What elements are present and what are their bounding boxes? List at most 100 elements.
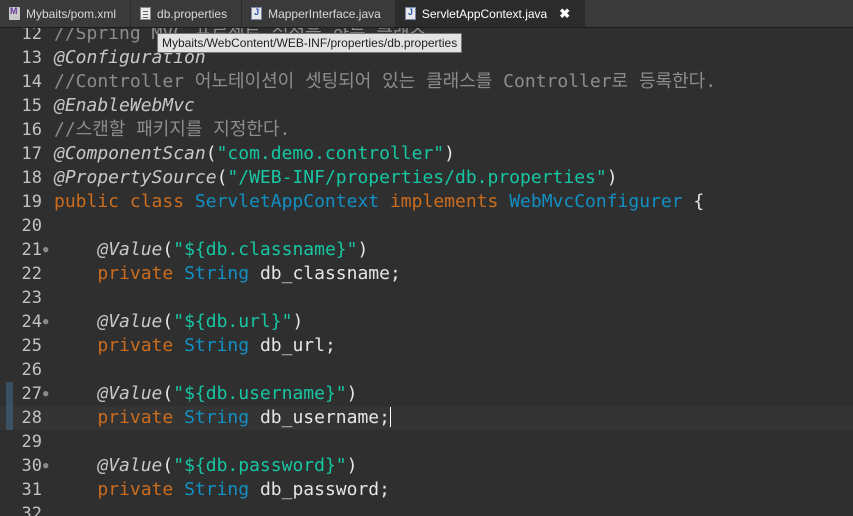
- code-text: private String db_password;: [54, 478, 390, 502]
- code-string: "${db.password}": [173, 455, 347, 476]
- code-line[interactable]: 21 ● @Value("${db.classname}"): [0, 238, 853, 262]
- code-string: "com.demo.controller": [216, 143, 445, 164]
- code-text: public class ServletAppContext implement…: [54, 190, 704, 214]
- code-text: @Value("${db.username}"): [54, 382, 357, 406]
- line-number: 32: [21, 504, 42, 516]
- code-comment: //스캔할 패키지를 지정한다.: [54, 119, 291, 140]
- fold-toggle-icon[interactable]: ●: [43, 238, 48, 262]
- code-line[interactable]: 24 ● @Value("${db.url}"): [0, 310, 853, 334]
- code-text: private String db_classname;: [54, 262, 401, 286]
- fold-toggle-icon[interactable]: ●: [43, 454, 48, 478]
- line-number: 27: [21, 384, 42, 404]
- code-line[interactable]: 15 @EnableWebMvc: [0, 94, 853, 118]
- code-punctuation: ): [357, 239, 369, 260]
- line-number: 28: [21, 408, 42, 428]
- code-line[interactable]: 27 ● @Value("${db.username}"): [0, 382, 853, 406]
- code-line[interactable]: 18 @PropertySource("/WEB-INF/properties/d…: [0, 166, 853, 190]
- code-string: "/WEB-INF/properties/db.properties": [227, 167, 607, 188]
- code-annotation: @Value: [97, 383, 163, 404]
- code-text: private String db_username;: [54, 406, 391, 430]
- java-file-icon: [251, 7, 263, 20]
- fold-toggle-icon[interactable]: ●: [43, 310, 48, 334]
- line-number: 12: [21, 28, 42, 44]
- java-file-icon: [404, 7, 416, 20]
- tab-mapper-interface[interactable]: MapperInterface.java: [242, 0, 396, 27]
- line-number: 17: [21, 144, 42, 164]
- code-identifier: db_classname;: [259, 263, 401, 284]
- close-icon[interactable]: ✖: [559, 6, 570, 22]
- line-number: 21: [21, 240, 42, 260]
- tab-label: MapperInterface.java: [268, 6, 381, 21]
- line-number: 22: [21, 264, 42, 284]
- line-number: 26: [21, 360, 42, 380]
- code-punctuation: ): [292, 311, 304, 332]
- code-text: //Controller 어노테이션이 셋팅되어 있는 클래스를 Control…: [54, 70, 716, 94]
- code-punctuation: (: [162, 239, 174, 260]
- code-keyword: public class: [54, 191, 185, 212]
- line-number: 24: [21, 312, 42, 332]
- code-line[interactable]: 14 //Controller 어노테이션이 셋팅되어 있는 클래스를 Contr…: [0, 70, 853, 94]
- code-keyword: implements: [389, 191, 499, 212]
- code-punctuation: (: [162, 383, 174, 404]
- code-type: ServletAppContext: [194, 191, 380, 212]
- line-number: 29: [21, 432, 42, 452]
- code-text: //스캔할 패키지를 지정한다.: [54, 118, 290, 142]
- code-line[interactable]: 17 @ComponentScan("com.demo.controller"): [0, 142, 853, 166]
- line-number: 20: [21, 216, 42, 236]
- code-line[interactable]: 32: [0, 502, 853, 516]
- code-punctuation: ): [606, 167, 618, 188]
- code-text: @EnableWebMvc: [54, 94, 195, 118]
- code-string: "${db.url}": [173, 311, 293, 332]
- line-number: 18: [21, 168, 42, 188]
- code-line[interactable]: 16 //스캔할 패키지를 지정한다.: [0, 118, 853, 142]
- code-keyword: private: [97, 479, 174, 500]
- code-type: String: [184, 263, 250, 284]
- code-keyword: private: [97, 407, 174, 428]
- tab-pom-xml[interactable]: Mybaits/pom.xml: [0, 0, 132, 27]
- code-line[interactable]: 20: [0, 214, 853, 238]
- line-number: 23: [21, 288, 42, 308]
- code-line[interactable]: 31 private String db_password;: [0, 478, 853, 502]
- line-number: 25: [21, 336, 42, 356]
- code-punctuation: ): [346, 455, 358, 476]
- code-text: @PropertySource("/WEB-INF/properties/db.…: [54, 166, 618, 190]
- line-number: 14: [21, 72, 42, 92]
- code-line[interactable]: 22 private String db_classname;: [0, 262, 853, 286]
- fold-toggle-icon[interactable]: ●: [43, 382, 48, 406]
- code-punctuation: {: [693, 191, 705, 212]
- tab-label: ServletAppContext.java: [421, 6, 548, 21]
- xml-file-icon: [9, 6, 20, 20]
- code-punctuation: (: [216, 167, 228, 188]
- tab-servlet-app-context[interactable]: ServletAppContext.java ✖: [395, 0, 586, 27]
- code-string: "${db.username}": [173, 383, 347, 404]
- code-text: @Value("${db.password}"): [54, 454, 357, 478]
- code-annotation: @ComponentScan: [54, 143, 206, 164]
- code-line[interactable]: 19 public class ServletAppContext impleme…: [0, 190, 853, 214]
- code-line[interactable]: 23: [0, 286, 853, 310]
- code-text: @Value("${db.url}"): [54, 310, 303, 334]
- code-type: String: [184, 407, 250, 428]
- code-line[interactable]: 28 private String db_username;: [0, 406, 853, 430]
- code-comment: //Controller 어노테이션이 셋팅되어 있는 클래스를 Control…: [54, 71, 717, 92]
- code-text: @Value("${db.classname}"): [54, 238, 368, 262]
- editor-tab-bar: Mybaits/pom.xml db.properties MapperInte…: [0, 0, 853, 28]
- tab-label: Mybaits/pom.xml: [26, 6, 117, 21]
- code-line[interactable]: 26: [0, 358, 853, 382]
- code-line[interactable]: 29: [0, 430, 853, 454]
- code-identifier: db_password;: [259, 479, 390, 500]
- line-number: 15: [21, 96, 42, 116]
- code-punctuation: ): [444, 143, 455, 164]
- tab-tooltip: Mybaits/WebContent/WEB-INF/properties/db…: [157, 33, 463, 53]
- tab-db-properties[interactable]: db.properties: [131, 0, 243, 27]
- code-string: "${db.classname}": [173, 239, 358, 260]
- code-annotation: @EnableWebMvc: [54, 95, 195, 116]
- line-number: 31: [21, 480, 42, 500]
- code-annotation: @Value: [97, 239, 163, 260]
- code-annotation: @Value: [97, 311, 163, 332]
- code-editor[interactable]: 12//Spring MVC 프로젝트 설정을 하는 클래스13@Configu…: [0, 28, 853, 516]
- code-identifier: db_url;: [259, 335, 336, 356]
- code-punctuation: ): [346, 383, 358, 404]
- code-line[interactable]: 25 private String db_url;: [0, 334, 853, 358]
- code-line[interactable]: 30 ● @Value("${db.password}"): [0, 454, 853, 478]
- code-annotation: @PropertySource: [54, 167, 217, 188]
